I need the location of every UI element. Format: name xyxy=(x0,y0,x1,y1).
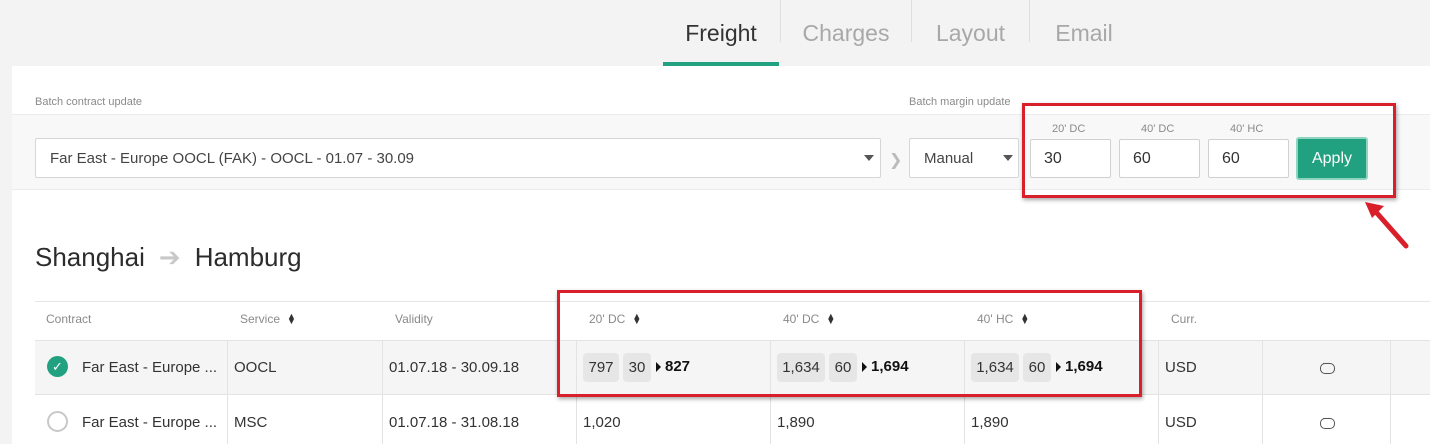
column-divider xyxy=(227,340,228,444)
margin-mode-value: Manual xyxy=(924,149,974,167)
th-service[interactable]: Service ▲ ▼ xyxy=(240,312,296,327)
cell-40dc: 1,890 xyxy=(777,414,815,431)
tab-layout[interactable]: Layout xyxy=(912,0,1029,66)
chevron-right-icon: ❯ xyxy=(889,152,903,169)
cell-currency: USD xyxy=(1165,359,1197,376)
cell-validity: 01.07.18 - 31.08.18 xyxy=(389,414,520,431)
pointer-arrow-icon xyxy=(1365,202,1409,249)
batch-contract-label: Batch contract update xyxy=(35,96,143,108)
column-divider xyxy=(1158,340,1159,444)
chevron-down-icon xyxy=(1003,155,1013,161)
cell-service: MSC xyxy=(234,414,268,431)
contract-select[interactable]: Far East - Europe OOCL (FAK) - OOCL - 01… xyxy=(35,138,881,178)
column-divider xyxy=(1262,340,1263,444)
route-destination: Hamburg xyxy=(194,241,302,272)
cell-validity: 01.07.18 - 30.09.18 xyxy=(389,359,520,376)
th-currency: Curr. xyxy=(1171,312,1198,326)
column-divider xyxy=(382,340,383,444)
th-contract: Contract xyxy=(46,312,92,326)
tab-email[interactable]: Email xyxy=(1030,0,1138,66)
highlight-box-margin xyxy=(1022,103,1396,198)
column-divider xyxy=(1390,340,1391,444)
select-radio[interactable] xyxy=(47,411,68,432)
route-heading: Shanghai ➔ Hamburg xyxy=(35,240,302,274)
cell-20dc: 1,020 xyxy=(583,414,621,431)
route-origin: Shanghai xyxy=(35,241,145,272)
chevron-down-icon xyxy=(864,155,874,161)
arrow-right-icon: ➔ xyxy=(158,241,181,272)
cell-currency: USD xyxy=(1165,414,1197,431)
tab-charges[interactable]: Charges xyxy=(781,0,911,66)
comment-icon[interactable] xyxy=(1320,358,1335,374)
highlight-box-rates xyxy=(557,290,1142,397)
tab-freight[interactable]: Freight xyxy=(663,0,779,66)
cell-service: OOCL xyxy=(234,359,277,376)
sort-icon[interactable]: ▲ ▼ xyxy=(287,312,296,326)
comment-icon[interactable] xyxy=(1320,413,1335,429)
contract-select-value: Far East - Europe OOCL (FAK) - OOCL - 01… xyxy=(50,149,415,167)
batch-margin-label: Batch margin update xyxy=(909,96,1011,108)
cell-contract: Far East - Europe ... xyxy=(82,359,218,376)
cell-40hc: 1,890 xyxy=(971,414,1009,431)
th-validity: Validity xyxy=(395,312,433,326)
selected-check-icon[interactable]: ✓ xyxy=(47,356,68,377)
cell-contract: Far East - Europe ... xyxy=(82,414,218,431)
